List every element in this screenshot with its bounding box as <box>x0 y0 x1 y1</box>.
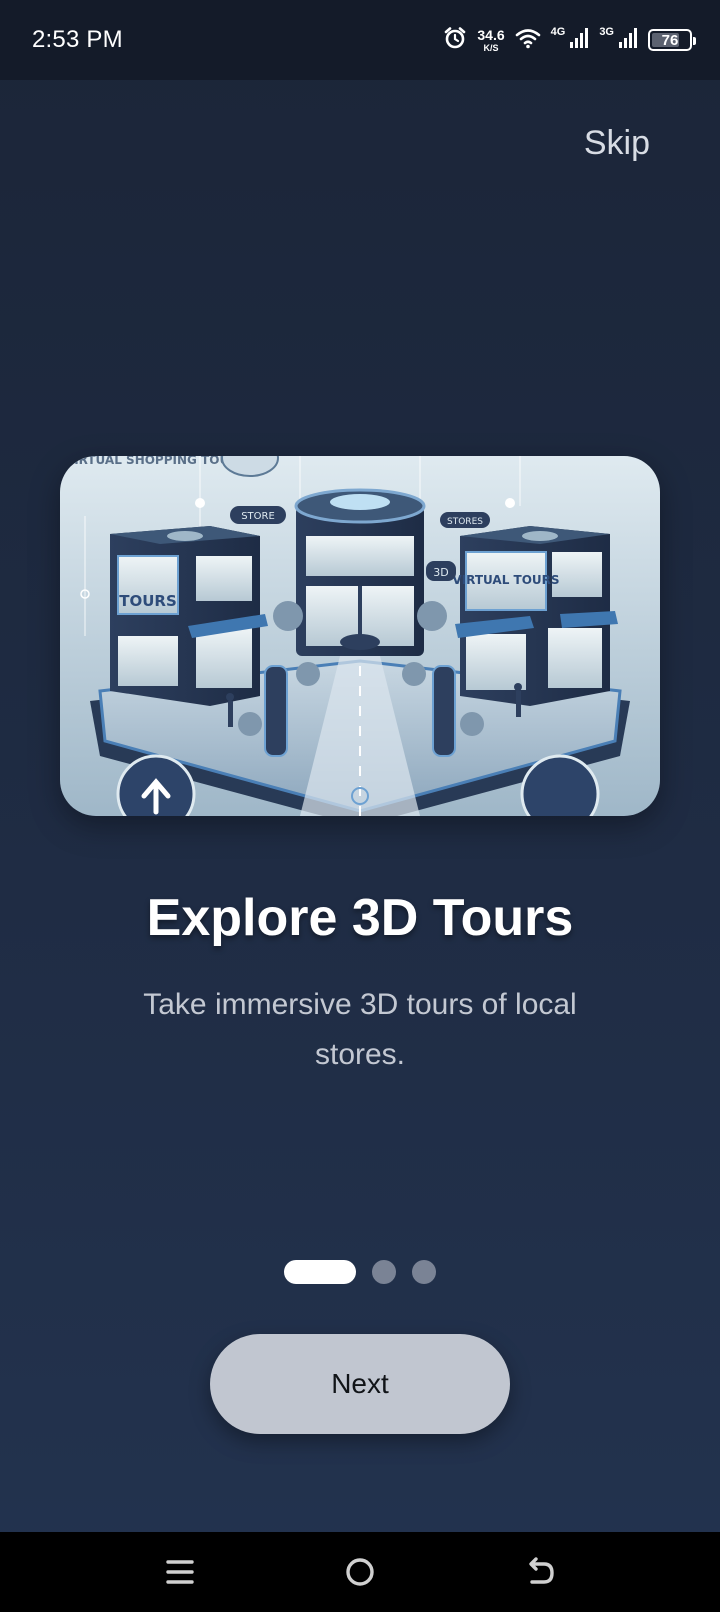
onboarding-title: Explore 3D Tours <box>146 889 574 947</box>
signal-icon <box>569 27 589 54</box>
battery-level: 76 <box>661 31 679 49</box>
system-navigation-bar <box>0 1532 720 1612</box>
menu-icon[interactable] <box>160 1552 200 1592</box>
page-dot-active <box>284 1260 356 1284</box>
status-icons: 34.6 K/S 4G 3G 76 <box>443 22 696 58</box>
page-indicator <box>0 1260 720 1284</box>
onboarding-illustration: VIRTUAL SHOPPING TOURS TOURS VIRTUAL TOU… <box>60 456 660 816</box>
illustration-small-sign-3: 3D <box>433 566 448 579</box>
network-type-1: 4G <box>550 26 566 38</box>
net-speed: 34.6 K/S <box>477 28 504 53</box>
status-time: 2:53 PM <box>32 26 123 53</box>
illustration-store-sign-right: VIRTUAL TOURS <box>452 573 559 587</box>
illustration-sign-text: VIRTUAL SHOPPING TOURS <box>65 456 247 467</box>
skip-button[interactable]: Skip <box>584 124 650 163</box>
signal-icon <box>618 27 638 54</box>
net-speed-unit: K/S <box>483 42 499 53</box>
page-dot <box>412 1260 436 1284</box>
wifi-icon <box>515 27 541 54</box>
network-type-2: 3G <box>599 26 614 38</box>
battery-icon: 76 <box>648 29 696 51</box>
page-dot <box>372 1260 396 1284</box>
status-bar: 2:53 PM 34.6 K/S 4G 3G 76 <box>0 0 720 80</box>
illustration-small-sign-1: STORE <box>241 511 275 522</box>
illustration-store-sign: TOURS <box>119 592 177 610</box>
alarm-icon <box>443 26 467 55</box>
back-icon[interactable] <box>520 1552 560 1592</box>
net-speed-value: 34.6 <box>477 26 505 43</box>
onboarding-description: Take immersive 3D tours of local stores. <box>143 988 577 1071</box>
illustration-small-sign-2: STORES <box>447 517 483 527</box>
next-button[interactable]: Next <box>210 1334 510 1434</box>
home-icon[interactable] <box>340 1552 380 1592</box>
